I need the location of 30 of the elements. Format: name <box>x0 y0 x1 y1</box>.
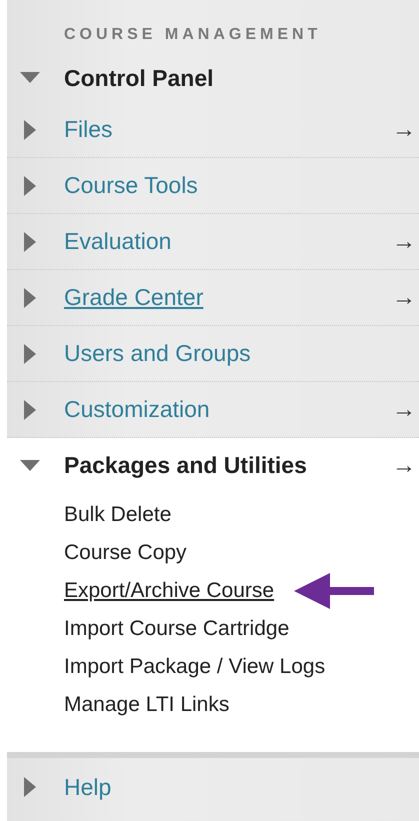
expanded-triangle-icon[interactable] <box>20 72 40 84</box>
collapsed-triangle-icon[interactable] <box>24 120 36 140</box>
menu-item[interactable]: Packages and Utilities <box>64 452 307 479</box>
menu-item[interactable]: Grade Center <box>64 284 204 311</box>
collapsed-triangle-icon[interactable] <box>24 288 36 308</box>
arrow-link[interactable]: → <box>392 116 416 144</box>
submenu-link[interactable]: Export/Archive Course <box>64 579 274 603</box>
collapsed-triangle-icon[interactable] <box>24 344 36 364</box>
submenu-link[interactable]: Manage LTI Links <box>64 693 230 717</box>
submenu-link[interactable]: Import Course Cartridge <box>64 617 290 641</box>
menu-item[interactable]: Help <box>64 774 112 800</box>
submenu-link[interactable]: Course Copy <box>64 541 187 565</box>
arrow-link[interactable]: → <box>392 284 416 312</box>
arrow-link[interactable]: → <box>392 228 416 256</box>
menu-item[interactable]: Files <box>64 116 113 143</box>
menu-item[interactable]: Customization <box>64 396 210 423</box>
arrow-link[interactable]: → <box>392 452 416 480</box>
section-heading: COURSE MANAGEMENT <box>63 25 322 45</box>
collapsed-triangle-icon[interactable] <box>24 400 36 420</box>
menu-item[interactable]: Control Panel <box>64 64 214 92</box>
collapsed-triangle-icon[interactable] <box>24 232 36 252</box>
submenu-link[interactable]: Import Package / View Logs <box>64 655 326 679</box>
submenu-link[interactable]: Bulk Delete <box>64 503 172 527</box>
collapsed-triangle-icon[interactable] <box>24 176 36 196</box>
menu-item[interactable]: Users and Groups <box>64 340 251 367</box>
menu-item[interactable]: Course Tools <box>64 172 198 199</box>
arrow-link[interactable]: → <box>392 396 416 424</box>
menu-item[interactable]: Evaluation <box>64 228 172 255</box>
expanded-triangle-icon[interactable] <box>20 460 40 472</box>
collapsed-triangle-icon[interactable] <box>24 777 36 797</box>
